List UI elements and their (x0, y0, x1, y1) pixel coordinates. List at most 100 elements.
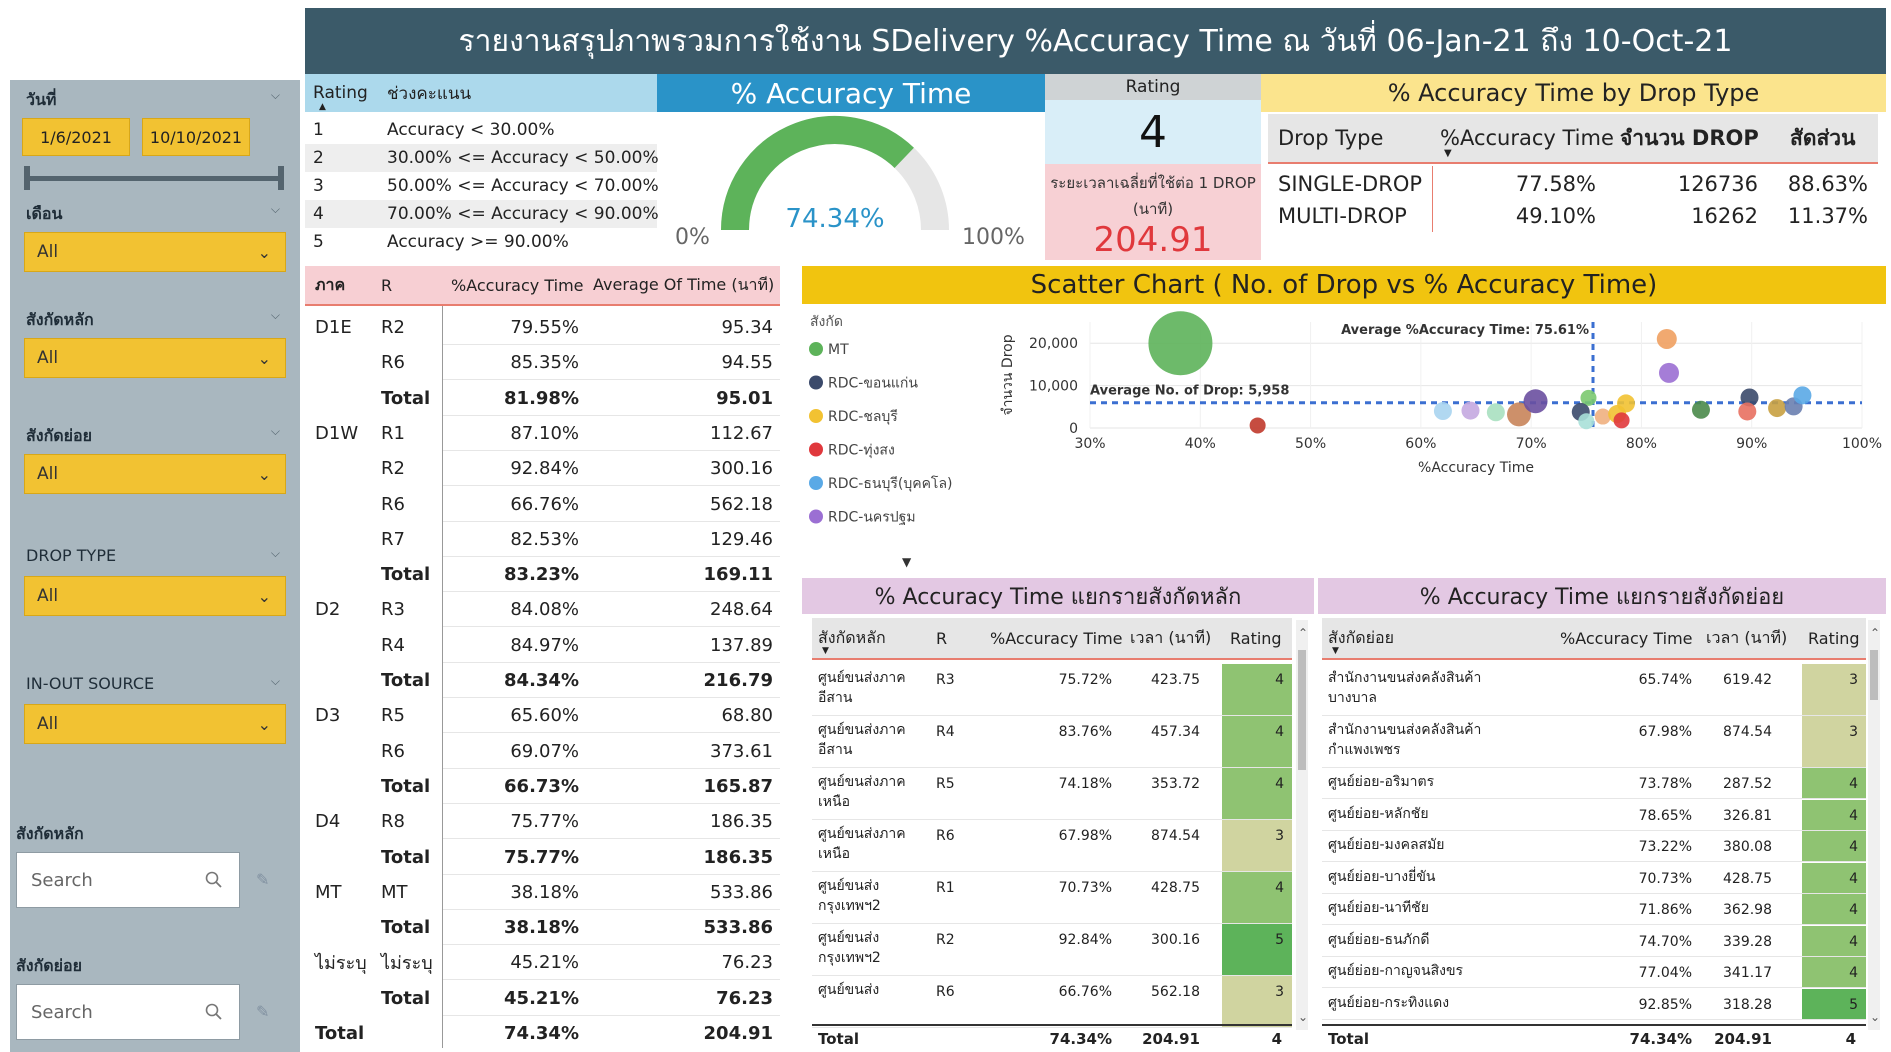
unit-rating: 4 (1802, 831, 1866, 861)
col-range[interactable]: ช่วงคะแนน (387, 74, 471, 112)
main-unit-dropdown[interactable]: All ⌄ (24, 338, 286, 378)
chevron-down-icon[interactable]: ⌵ (271, 308, 280, 323)
scroll-down-icon[interactable]: ⌄ (1870, 1010, 1880, 1024)
drop-type-name: SINGLE-DROP (1278, 172, 1423, 196)
unit-table-row[interactable]: ศูนย์ย่อย-มงคลสมัย 73.22% 380.08 4 (1322, 831, 1866, 862)
region-acc: 74.34% (504, 1023, 579, 1044)
col-region[interactable]: ภาค (315, 266, 345, 304)
search-main-unit-input[interactable]: Search (16, 852, 240, 908)
col-sub-acc[interactable]: %Accuracy Time (1560, 618, 1693, 658)
unit-table-row[interactable]: ศูนย์ขนส่ง R6 66.76% 562.18 3 (812, 976, 1292, 1028)
unit-table-row[interactable]: ศูนย์ขนส่งภาค อีสาน R4 83.76% 457.34 4 (812, 716, 1292, 768)
scroll-up-icon[interactable]: ⌃ (1298, 626, 1308, 640)
unit-table-row[interactable]: ศูนย์ย่อย-นาทีชัย 71.86% 362.98 4 (1322, 894, 1866, 925)
col-sub-rating[interactable]: Rating (1808, 618, 1860, 658)
sub-unit-dropdown-value: All (37, 464, 59, 484)
unit-acc: 67.98% (1638, 724, 1692, 740)
unit-table-row[interactable]: ศูนย์ย่อย-กระทิงแดง 92.85% 318.28 5 (1322, 988, 1866, 1020)
filter-sidebar: วันที่ ⌵ 1/6/2021 10/10/2021 เดือน ⌵ All… (10, 80, 300, 1052)
chevron-down-icon: ⌄ (257, 714, 271, 734)
rating-legend-range: 50.00% <= Accuracy < 70.00% (387, 176, 659, 196)
region-acc: 75.77% (510, 811, 579, 833)
unit-table-row[interactable]: ศูนย์ย่อย-ธนภักดี 74.70% 339.28 4 (1322, 925, 1866, 957)
month-dropdown[interactable]: All ⌄ (24, 232, 286, 272)
unit-table-row[interactable]: ศูนย์ขนส่งภาค เหนือ R5 74.18% 353.72 4 (812, 768, 1292, 820)
chevron-down-icon[interactable]: ⌵ (271, 674, 280, 689)
chevron-down-icon[interactable]: ⌵ (271, 88, 280, 103)
col-drop-type[interactable]: Drop Type (1278, 114, 1383, 162)
legend-marker (809, 375, 823, 390)
col-main-r[interactable]: R (936, 618, 947, 658)
col-main-acc[interactable]: %Accuracy Time (990, 618, 1123, 658)
region-acc: 84.97% (510, 634, 579, 656)
chevron-down-icon[interactable]: ⌵ (271, 202, 280, 217)
inout-dropdown[interactable]: All ⌄ (24, 704, 286, 744)
rating-legend-row: 4 70.00% <= Accuracy < 90.00% (305, 200, 659, 228)
eraser-icon[interactable]: ✎ (256, 870, 269, 889)
drop-type-acc: 77.58% (1515, 172, 1596, 196)
unit-name-line2: อีสาน (818, 742, 853, 758)
x-tick-label: 40% (1185, 436, 1216, 452)
col-drop-acc[interactable]: %Accuracy Time (1440, 114, 1614, 162)
unit-table-row[interactable]: ศูนย์ย่อย-บางยี่ขัน 70.73% 428.75 4 (1322, 862, 1866, 894)
col-acc[interactable]: %Accuracy Time (451, 266, 584, 304)
region-r: Total (381, 917, 431, 939)
unit-table-row[interactable]: ศูนย์ย่อย-กาญจนสิงขร 77.04% 341.17 4 (1322, 957, 1866, 988)
unit-name-line2: บางบาล (1328, 690, 1377, 706)
main-unit-scroll-thumb[interactable] (1298, 650, 1306, 770)
col-main-rating[interactable]: Rating (1230, 618, 1282, 658)
region-name: D3 (315, 705, 341, 727)
unit-table-row[interactable]: ศูนย์ขนส่ง กรุงเทพฯ2 R1 70.73% 428.75 4 (812, 872, 1292, 924)
col-drop-count[interactable]: จำนวน DROP (1620, 114, 1759, 162)
col-r[interactable]: R (381, 266, 392, 304)
eraser-icon[interactable]: ✎ (256, 1002, 269, 1021)
chevron-down-icon[interactable]: ⌵ (271, 546, 280, 561)
region-table-row: Total 66.73% 165.87 (305, 769, 780, 804)
col-main-time[interactable]: เวลา (นาที) (1130, 618, 1211, 658)
month-dropdown-value: All (37, 242, 59, 262)
scatter-point (1578, 413, 1595, 430)
scatter-point (1738, 402, 1757, 421)
date-range-slider[interactable] (28, 176, 284, 181)
unit-table-row[interactable]: ศูนย์ขนส่งภาค เหนือ R6 67.98% 874.54 3 (812, 820, 1292, 872)
gauge-value-label: 74.34% (785, 204, 884, 234)
region-acc: 87.10% (510, 422, 579, 444)
date-range-start-handle[interactable] (24, 166, 30, 190)
drop-type-dropdown[interactable]: All ⌄ (24, 576, 286, 616)
region-table-row: ไม่ระบุ ไม่ระบุ 45.21% 76.23 (305, 945, 780, 981)
sub-unit-dropdown[interactable]: All ⌄ (24, 454, 286, 494)
unit-acc: 71.86% (1638, 902, 1692, 918)
unit-table-row[interactable]: ศูนย์ย่อย-อริมาตร 73.78% 287.52 4 (1322, 768, 1866, 799)
sub-unit-scrollbar[interactable] (1868, 620, 1880, 1030)
unit-table-row[interactable]: ศูนย์ขนส่ง กรุงเทพฯ2 R2 92.84% 300.16 5 (812, 924, 1292, 976)
col-avg[interactable]: Average Of Time (นาที) (593, 266, 774, 304)
scroll-down-icon[interactable]: ⌄ (1298, 1010, 1308, 1024)
main-unit-scrollbar[interactable] (1296, 620, 1308, 1030)
col-sub-time[interactable]: เวลา (นาที) (1706, 618, 1787, 658)
scroll-up-icon[interactable]: ⌃ (1870, 626, 1880, 640)
chevron-down-icon[interactable]: ⌵ (271, 424, 280, 439)
date-to-input[interactable]: 10/10/2021 (142, 118, 250, 156)
date-range-end-handle[interactable] (278, 166, 284, 190)
sub-unit-scroll-thumb[interactable] (1870, 650, 1878, 700)
scatter-point (1594, 408, 1611, 425)
region-table-row: R6 69.07% 373.61 (305, 734, 780, 769)
unit-rating: 4 (1802, 925, 1866, 956)
unit-table-row[interactable]: สำนักงานขนส่งคลังสินค้า กำแพงเพชร 67.98% 87… (1322, 716, 1866, 768)
unit-rating: 4 (1802, 894, 1866, 924)
drop-type-share: 88.63% (1787, 172, 1868, 196)
region-avg: 186.35 (703, 846, 773, 868)
unit-table-row[interactable]: สำนักงานขนส่งคลังสินค้า บางบาล 65.74% 619.4… (1322, 664, 1866, 716)
date-from-input[interactable]: 1/6/2021 (22, 118, 130, 156)
legend-marker (809, 442, 823, 457)
unit-time: 619.42 (1723, 672, 1772, 688)
main-total-rating: 4 (1271, 1030, 1282, 1048)
unit-time: 287.52 (1723, 776, 1772, 792)
drop-type-count: 126736 (1677, 172, 1758, 196)
unit-table-row[interactable]: ศูนย์ขนส่งภาค อีสาน R3 75.72% 423.75 4 (812, 664, 1292, 716)
unit-table-row[interactable]: ศูนย์ย่อย-หลักชัย 78.65% 326.81 4 (1322, 799, 1866, 831)
inout-slicer-title: IN-OUT SOURCE (26, 674, 155, 693)
scatter-point (1768, 399, 1787, 418)
col-drop-share[interactable]: สัดส่วน (1790, 114, 1855, 162)
search-sub-unit-input[interactable]: Search (16, 984, 240, 1040)
